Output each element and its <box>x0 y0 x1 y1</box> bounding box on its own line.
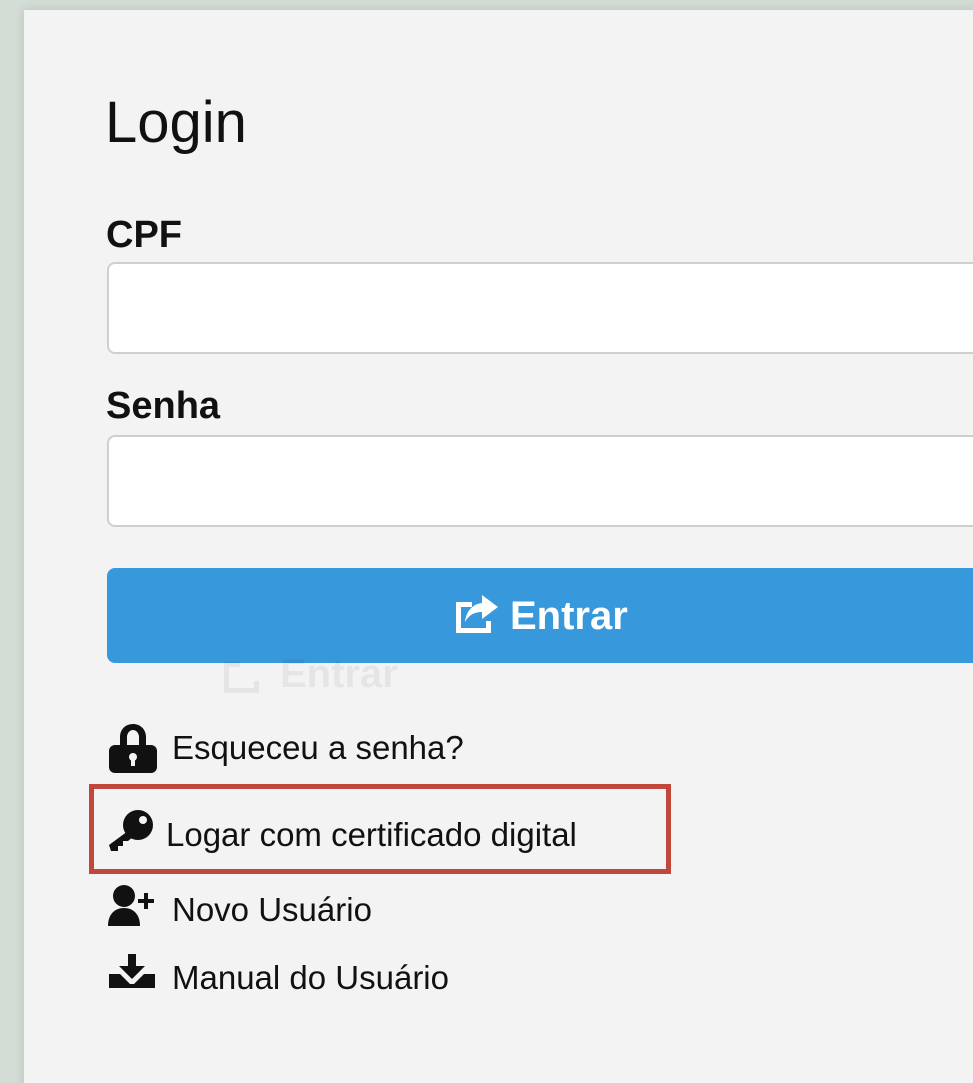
user-manual-label: Manual do Usuário <box>172 959 449 996</box>
cpf-input[interactable] <box>107 262 973 354</box>
senha-label: Senha <box>106 385 221 427</box>
password-input[interactable] <box>107 435 973 527</box>
key-icon <box>106 809 154 861</box>
download-icon <box>106 952 160 1004</box>
new-user-link[interactable]: Novo Usuário <box>106 884 372 936</box>
lock-icon <box>106 722 160 774</box>
entrar-ghost-label: Entrar <box>280 652 398 696</box>
entrar-button[interactable]: Entrar <box>107 568 973 663</box>
user-manual-link[interactable]: Manual do Usuário <box>106 952 449 1004</box>
certificate-login-label: Logar com certificado digital <box>166 816 577 853</box>
entrar-button-label: Entrar <box>510 594 628 638</box>
forgot-password-link[interactable]: Esqueceu a senha? <box>106 722 464 774</box>
page-title: Login <box>105 90 247 155</box>
entrar-ghost-reflection: Entrar <box>220 650 398 698</box>
new-user-label: Novo Usuário <box>172 891 372 928</box>
cpf-label: CPF <box>106 214 182 256</box>
forgot-password-label: Esqueceu a senha? <box>172 729 464 766</box>
certificate-login-link[interactable]: Logar com certificado digital <box>106 809 577 861</box>
share-square-icon <box>452 594 500 639</box>
user-plus-icon <box>106 884 160 936</box>
